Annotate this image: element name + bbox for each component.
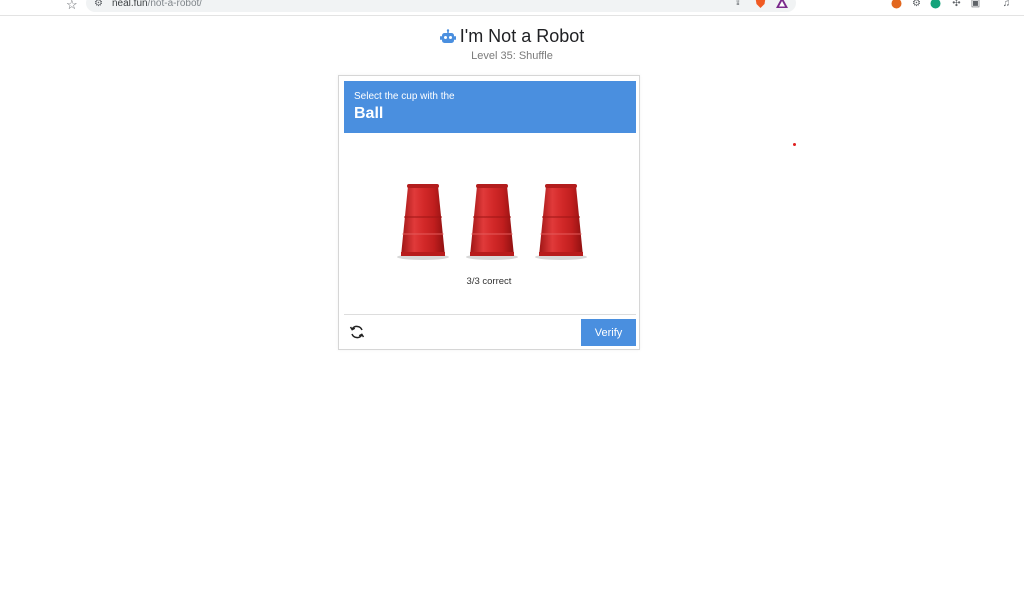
- instruction-banner: Select the cup with the Ball: [344, 81, 636, 133]
- site-settings-icon[interactable]: ⚙: [94, 0, 103, 9]
- score-text: 3/3 correct: [466, 276, 512, 287]
- bookmark-icon[interactable]: ☆: [66, 0, 78, 13]
- reload-icon[interactable]: [348, 323, 366, 341]
- media-icon[interactable]: ♫: [1000, 0, 1013, 10]
- cup-1[interactable]: [396, 182, 450, 262]
- verify-button[interactable]: Verify: [581, 319, 636, 346]
- robot-icon: [439, 28, 456, 43]
- cup-3[interactable]: [534, 182, 588, 262]
- address-bar[interactable]: ⚙ neal.fun/not-a-robot/ ⇪: [86, 0, 796, 12]
- brave-shield-icon[interactable]: [754, 0, 766, 8]
- browser-toolbar: ☆ ⚙ neal.fun/not-a-robot/ ⇪ ⚙ ✣ ▣ ♫: [0, 0, 1024, 16]
- level-subtitle: Level 35: Shuffle: [471, 50, 553, 62]
- share-icon[interactable]: ⇪: [732, 0, 744, 8]
- instruction-text: Select the cup with the: [354, 91, 455, 102]
- rewards-icon[interactable]: [776, 0, 788, 8]
- extensions-puzzle-icon[interactable]: ✣: [950, 0, 963, 10]
- extension-settings-icon[interactable]: ⚙: [910, 0, 923, 10]
- page-header: I'm Not a Robot: [0, 26, 1024, 50]
- title-text: I'm Not a Robot: [459, 26, 585, 46]
- cursor-dot: [793, 143, 796, 146]
- url-text[interactable]: neal.fun/not-a-robot/: [112, 0, 202, 9]
- extension-grammar-icon[interactable]: [929, 0, 942, 10]
- screenshot-icon[interactable]: ▣: [969, 0, 982, 10]
- cups-area: [344, 133, 636, 273]
- captcha-card: Select the cup with the Ball 3/3 correct…: [338, 75, 640, 350]
- extension-fox-icon[interactable]: [890, 0, 903, 10]
- instruction-target: Ball: [354, 105, 384, 122]
- page-title: I'm Not a Robot: [439, 26, 585, 47]
- cup-2[interactable]: [465, 182, 519, 262]
- footer-divider: [344, 314, 636, 315]
